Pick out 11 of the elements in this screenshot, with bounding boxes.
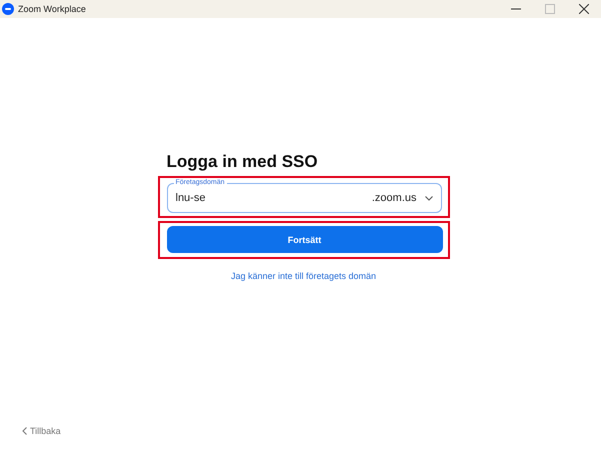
chevron-down-icon[interactable] [424,196,432,200]
field-value: lnu-se [176,192,206,204]
back-link[interactable]: Tillbaka [22,426,61,436]
unknown-domain-link[interactable]: Jag känner inte till företagets domän [230,271,376,281]
domain-suffix: .zoom.us [372,192,416,204]
heading: Logga in med SSO [166,152,319,172]
chevron-left-icon [22,427,27,435]
continue-button[interactable]: Fortsätt [166,226,442,253]
close-icon[interactable] [579,4,589,14]
window-title: Zoom Workplace [18,4,86,14]
app-logo-icon [2,3,14,15]
